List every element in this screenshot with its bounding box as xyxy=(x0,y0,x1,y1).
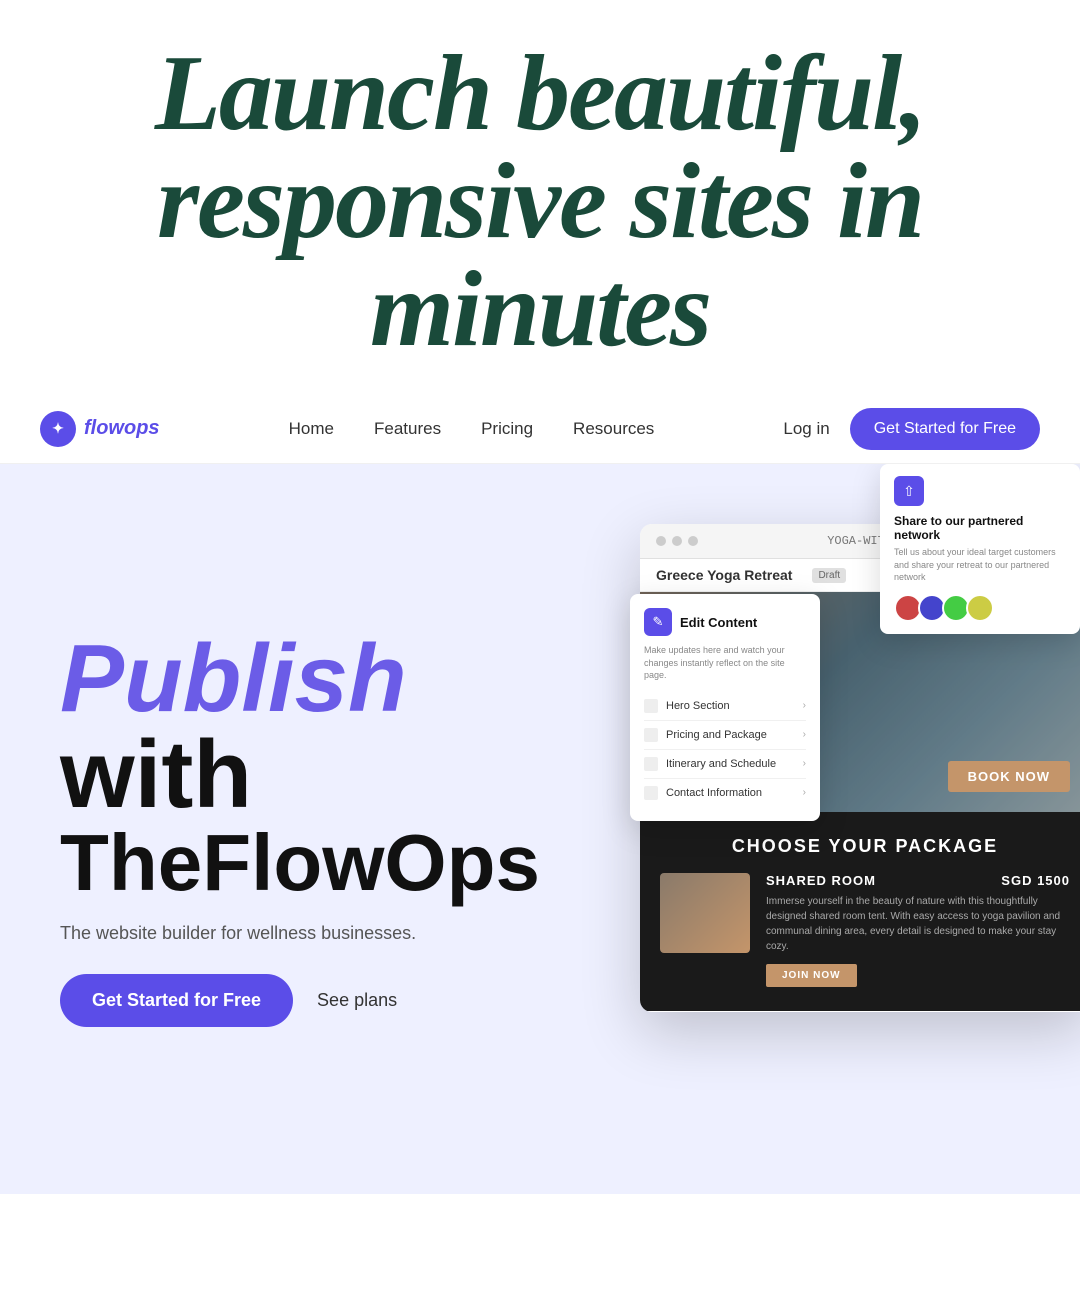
hero-subtitle: The website builder for wellness busines… xyxy=(60,923,540,944)
bottom-whitespace xyxy=(0,1194,1080,1314)
chevron-right-icon-2: › xyxy=(803,729,806,740)
nav-features[interactable]: Features xyxy=(374,419,441,439)
calendar-icon xyxy=(644,757,658,771)
edit-item-hero-label: Hero Section xyxy=(666,700,730,712)
section-title: CHOOSE YOUR PACKAGE xyxy=(660,836,1070,857)
chevron-right-icon-4: › xyxy=(803,787,806,798)
share-popup: ⇧ Share to our partnered network Tell us… xyxy=(880,464,1080,634)
package-price: SGD 1500 xyxy=(1001,873,1070,888)
edit-popup-header: ✎ Edit Content xyxy=(644,608,806,636)
chevron-right-icon-3: › xyxy=(803,758,806,769)
edit-item-pricing-label: Pricing and Package xyxy=(666,729,767,741)
headline-line1: Launch beautiful, xyxy=(155,34,925,153)
draft-badge: Draft xyxy=(812,568,846,583)
edit-item-itinerary-left: Itinerary and Schedule xyxy=(644,757,776,771)
edit-item-itinerary-label: Itinerary and Schedule xyxy=(666,758,776,770)
package-details: SHARED ROOM SGD 1500 Immerse yourself in… xyxy=(766,873,1070,987)
right-panel: ⇧ Share to our partnered network Tell us… xyxy=(580,464,1080,1194)
navbar: ✦ flowops Home Features Pricing Resource… xyxy=(0,394,1080,464)
logo[interactable]: ✦ flowops xyxy=(40,411,160,447)
edit-popup: ✎ Edit Content Make updates here and wat… xyxy=(630,594,820,821)
package-description: Immerse yourself in the beauty of nature… xyxy=(766,894,1070,954)
person-icon xyxy=(644,786,658,800)
package-name: SHARED ROOM xyxy=(766,873,876,888)
with-word: with xyxy=(60,727,540,823)
page-title: Greece Yoga Retreat xyxy=(656,567,792,583)
left-panel: Publish with TheFlowOps The website buil… xyxy=(0,464,580,1194)
edit-item-hero-left: Hero Section xyxy=(644,699,730,713)
dark-section: CHOOSE YOUR PACKAGE SHARED ROOM SGD 1500… xyxy=(640,812,1080,1011)
main-content: Publish with TheFlowOps The website buil… xyxy=(0,464,1080,1194)
edit-item-pricing-left: Pricing and Package xyxy=(644,728,767,742)
edit-item-hero[interactable]: Hero Section › xyxy=(644,692,806,721)
hero-book-button[interactable]: BOOK NOW xyxy=(948,761,1070,792)
hero-section: Launch beautiful, responsive sites in mi… xyxy=(0,0,1080,394)
edit-item-contact-label: Contact Information xyxy=(666,787,762,799)
chevron-right-icon: › xyxy=(803,700,806,711)
get-started-button[interactable]: Get Started for Free xyxy=(60,974,293,1027)
nav-pricing[interactable]: Pricing xyxy=(481,419,533,439)
edit-item-pricing[interactable]: Pricing and Package › xyxy=(644,721,806,750)
browser-dots xyxy=(656,536,698,546)
edit-popup-title: Edit Content xyxy=(680,615,757,630)
navbar-cta-button[interactable]: Get Started for Free xyxy=(850,408,1040,450)
dollar-icon xyxy=(644,728,658,742)
edit-item-contact-left: Contact Information xyxy=(644,786,762,800)
publish-word: Publish xyxy=(60,631,540,727)
nav-home[interactable]: Home xyxy=(289,419,334,439)
share-avatars xyxy=(894,594,1066,622)
hero-title: Publish with TheFlowOps xyxy=(60,631,540,903)
edit-popup-icon: ✎ xyxy=(644,608,672,636)
logo-icon: ✦ xyxy=(40,411,76,447)
package-image xyxy=(660,873,750,953)
brand-name: TheFlowOps xyxy=(60,823,540,903)
dot-3 xyxy=(688,536,698,546)
dot-2 xyxy=(672,536,682,546)
headline-line2: responsive sites in minutes xyxy=(157,142,923,369)
join-button[interactable]: JOIN NOW xyxy=(766,964,857,987)
edit-item-contact[interactable]: Contact Information › xyxy=(644,779,806,807)
dot-1 xyxy=(656,536,666,546)
edit-item-itinerary[interactable]: Itinerary and Schedule › xyxy=(644,750,806,779)
logo-text: flowops xyxy=(84,417,160,440)
package-row: SHARED ROOM SGD 1500 Immerse yourself in… xyxy=(660,873,1070,987)
navbar-actions: Log in Get Started for Free xyxy=(783,408,1040,450)
share-icon: ⇧ xyxy=(894,476,924,506)
package-name-row: SHARED ROOM SGD 1500 xyxy=(766,873,1070,888)
nav-links: Home Features Pricing Resources xyxy=(289,419,655,439)
avatar-4 xyxy=(966,594,994,622)
login-link[interactable]: Log in xyxy=(783,419,829,439)
see-plans-link[interactable]: See plans xyxy=(317,990,397,1011)
share-popup-subtitle: Tell us about your ideal target customer… xyxy=(894,546,1066,584)
nav-resources[interactable]: Resources xyxy=(573,419,654,439)
image-icon xyxy=(644,699,658,713)
share-popup-title: Share to our partnered network xyxy=(894,514,1066,542)
edit-popup-subtitle: Make updates here and watch your changes… xyxy=(644,644,806,682)
action-row: Get Started for Free See plans xyxy=(60,974,540,1027)
